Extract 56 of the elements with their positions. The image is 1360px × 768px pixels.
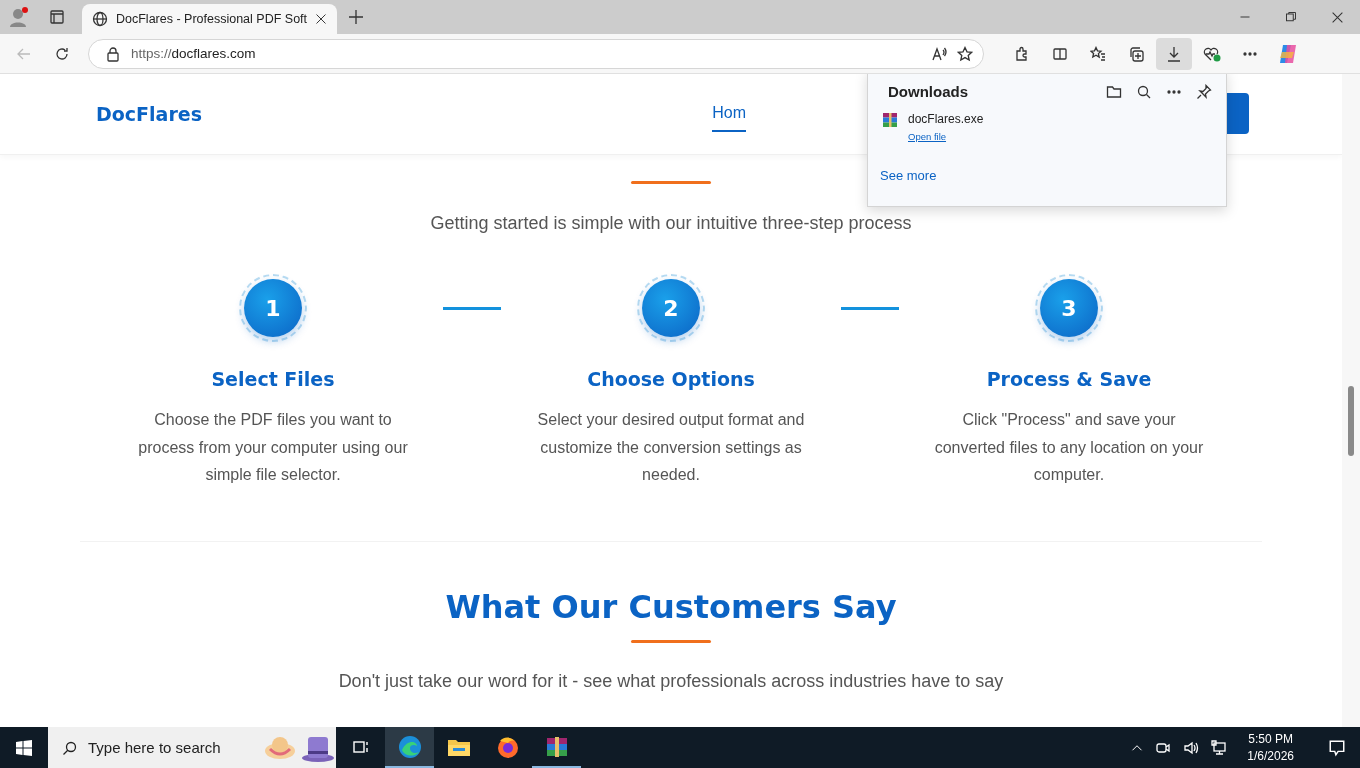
lock-icon[interactable] — [105, 45, 121, 62]
browser-tab[interactable]: DocFlares - Professional PDF Soft — [82, 4, 338, 34]
open-file-link[interactable]: Open file — [908, 131, 947, 142]
health-icon[interactable] — [1203, 45, 1221, 62]
connector-line — [443, 307, 501, 310]
extensions-icon[interactable] — [1014, 45, 1030, 62]
profile-icon[interactable] — [8, 6, 30, 28]
nav-link[interactable]: Hom — [712, 96, 746, 132]
step-title: Select Files — [211, 368, 335, 390]
archive-icon[interactable] — [544, 734, 569, 759]
search-icon[interactable] — [62, 739, 78, 756]
tab-actions-icon[interactable] — [49, 9, 65, 25]
refresh-icon[interactable] — [54, 45, 70, 62]
pin-icon[interactable] — [1196, 83, 1212, 100]
volume-icon[interactable] — [1183, 739, 1200, 756]
split-screen-icon[interactable] — [1052, 45, 1068, 62]
new-tab-icon[interactable] — [348, 9, 365, 25]
scrollbar[interactable] — [1342, 74, 1360, 727]
folder-icon[interactable] — [1106, 83, 1122, 100]
task-view-icon[interactable] — [351, 738, 370, 755]
search-field[interactable]: Type here to search — [48, 727, 336, 768]
collections-icon[interactable] — [1128, 45, 1144, 62]
notifications-icon[interactable] — [1328, 738, 1346, 757]
read-aloud-icon[interactable] — [931, 45, 947, 62]
windows-icon[interactable] — [16, 739, 32, 756]
file-name: docFlares.exe — [908, 112, 984, 126]
clock-time: 5:50 PM — [1248, 730, 1293, 748]
clock-date: 1/6/2026 — [1247, 747, 1294, 765]
step-number: 1 — [244, 279, 302, 337]
section-subtitle: Getting started is simple with our intuitive three-step process — [430, 213, 912, 234]
step-number: 3 — [1040, 279, 1098, 337]
favorites-icon[interactable] — [1090, 45, 1106, 62]
section-title: What Our Customers Say — [445, 587, 897, 626]
step-title: Choose Options — [587, 368, 755, 390]
network-icon[interactable] — [1211, 739, 1228, 756]
browser-icon[interactable] — [397, 734, 422, 759]
step-description: Click "Process" and save your converted files to any location on your computer. — [933, 410, 1205, 485]
step-title: Process & Save — [986, 368, 1152, 390]
search-icon[interactable] — [1136, 83, 1152, 100]
copilot-icon[interactable] — [1277, 42, 1299, 65]
step-number: 2 — [642, 279, 700, 337]
site-logo[interactable]: DocFlares — [96, 103, 202, 125]
panel-title: Downloads — [888, 83, 969, 100]
section-subtitle: Don't just take our word for it - see what professionals across industries have to say — [338, 670, 1004, 692]
close-icon[interactable] — [1330, 10, 1344, 24]
globe-icon[interactable] — [92, 11, 108, 27]
restore-icon[interactable] — [1285, 11, 1297, 23]
step-description: Choose the PDF files you want to process from your computer using our simple file selector. — [137, 410, 409, 485]
star-icon[interactable] — [957, 45, 973, 62]
close-icon[interactable] — [315, 13, 328, 25]
see-more-link[interactable]: See more — [880, 168, 937, 183]
step-description: Select your desired output format and customize the conversion settings as needed. — [536, 410, 806, 485]
download-icon[interactable] — [1166, 45, 1182, 62]
address-bar[interactable]: https://docflares.com — [88, 38, 984, 69]
connector-line — [841, 307, 899, 310]
archive-icon — [882, 112, 898, 128]
